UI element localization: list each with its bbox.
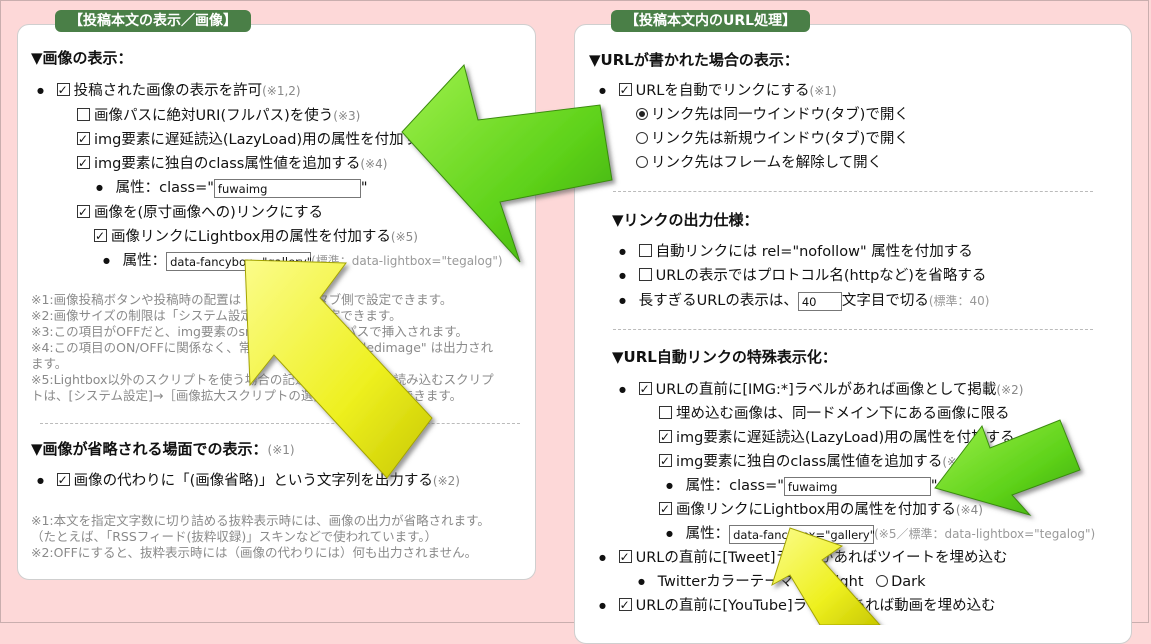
note-line: ※1:画像投稿ボタンや投稿時の配置は「投稿画面」タブ側で設定できます。: [31, 292, 453, 307]
nofollow-checkbox[interactable]: [638, 244, 652, 257]
youtube-option[interactable]: URLの直前に[YouTube]ラベルがあれば動画を埋め込む: [599, 594, 996, 619]
radio-same-window[interactable]: リンク先は同一ウインドウ(タブ)で開く: [636, 104, 909, 126]
section-divider: [613, 191, 1093, 192]
right-class-option[interactable]: img要素に独自のclass属性値を追加する(※3): [659, 450, 969, 473]
omit-protocol-option[interactable]: URLの表示ではプロトコル名(httpなど)を省略する: [619, 265, 986, 289]
show-image-option[interactable]: 投稿された画像の表示を許可(※1,2): [37, 79, 301, 104]
note-line: （たとえば、「RSSフィード(抜粋収録)」スキンなどで使われています。）: [31, 529, 438, 544]
left-panel-header: 【投稿本文の表示／画像】: [55, 10, 251, 32]
url-display-section-title: ▼URLが書かれた場合の表示：: [589, 51, 799, 69]
twitter-theme-row: Twitterカラーテーマ： Light Dark: [638, 571, 926, 595]
note-line: ※4:この項目のON/OFFに関係なく、常に class="embeddedim…: [31, 340, 494, 355]
youtube-checkbox[interactable]: [618, 594, 632, 616]
lazyload-option[interactable]: img要素に遅延読込(LazyLoad)用の属性を付加する: [77, 128, 433, 151]
note-line: ※3:この項目がOFFだと、img要素のsrc属性値には相対パスで挿入されます。: [31, 324, 468, 339]
right-lightbox-checkbox[interactable]: [659, 498, 672, 520]
image-display-panel: ▼画像の表示： 投稿された画像の表示を許可(※1,2) 画像パスに絶対URI(フ…: [17, 24, 536, 580]
abs-uri-checkbox[interactable]: [77, 108, 90, 121]
right-lightbox-option[interactable]: 画像リンクにLightbox用の属性を付加する(※4): [659, 498, 983, 521]
note-line: トは、[システム設定]→［画像拡大スクリプトの選択］の項で指定できます。: [31, 388, 463, 403]
show-image-checkbox[interactable]: [56, 79, 70, 101]
right-lazyload-checkbox[interactable]: [659, 426, 672, 448]
class-attribute-input[interactable]: fuwaimg: [213, 178, 361, 198]
class-attribute-row: 属性：class="fuwaimg": [96, 177, 368, 201]
right-panel-header: 【投稿本文内のURL処理】: [611, 10, 811, 32]
abs-uri-option[interactable]: 画像パスに絶対URI(フルパス)を使う(※3): [77, 105, 360, 127]
radio-break-frame[interactable]: リンク先はフレームを解除して開く: [636, 152, 882, 174]
nofollow-option[interactable]: 自動リンクには rel="nofollow" 属性を付加する: [619, 241, 973, 265]
special-link-section-title: ▼URL自動リンクの特殊表示化：: [612, 348, 837, 366]
img-label-option[interactable]: URLの直前に[IMG:*]ラベルがあれば画像として掲載(※2): [619, 378, 1023, 403]
section-divider: [613, 329, 1093, 330]
section-divider: [40, 423, 520, 424]
radio-same-window-button[interactable]: [636, 108, 648, 120]
omit-text-option[interactable]: 画像の代わりに「(画像省略)」という文字列を出力する(※2): [37, 469, 460, 494]
autolink-checkbox[interactable]: [618, 79, 632, 101]
tweet-checkbox[interactable]: [618, 546, 632, 568]
radio-break-frame-button[interactable]: [636, 156, 648, 168]
right-lazyload-option[interactable]: img要素に遅延読込(LazyLoad)用の属性を付加する: [659, 426, 1015, 449]
note-line: ※5:Lightbox以外のスクリプトを使う場合の記述にも使えます。読み込むスク…: [31, 372, 494, 387]
lightbox-checkbox[interactable]: [94, 225, 107, 247]
url-cut-option: 長すぎるURLの表示は、40文字目で切る(標準：40): [619, 290, 990, 314]
note-line: ※1:本文を指定文字数に切り詰める抜粋表示時には、画像の出力が省略されます。: [31, 513, 490, 528]
right-class-checkbox[interactable]: [659, 450, 672, 472]
link-output-section-title: ▼リンクの出力仕様：: [612, 211, 759, 229]
same-domain-option[interactable]: 埋め込む画像は、同一ドメイン下にある画像に限る: [659, 403, 1010, 425]
same-domain-checkbox[interactable]: [659, 406, 672, 419]
right-class-attribute-row: 属性：class="fuwaimg": [666, 475, 938, 499]
autolink-option[interactable]: URLを自動でリンクにする(※1): [599, 79, 837, 104]
img-label-checkbox[interactable]: [638, 378, 652, 400]
lightbox-option[interactable]: 画像リンクにLightbox用の属性を付加する(※5): [94, 225, 418, 248]
radio-new-window-button[interactable]: [636, 132, 648, 144]
tweet-option[interactable]: URLの直前に[Tweet]ラベルがあればツイートを埋め込む: [599, 546, 1008, 571]
lazyload-checkbox[interactable]: [77, 128, 90, 150]
image-link-option[interactable]: 画像を(原寸画像への)リンクにする: [77, 201, 323, 224]
omit-section-title: ▼画像が省略される場面での表示：(※1): [31, 440, 295, 458]
right-lightbox-attribute-input[interactable]: data-fancybox="gallery": [729, 524, 875, 544]
theme-light-radio[interactable]: Light: [812, 574, 864, 590]
right-class-attribute-input[interactable]: fuwaimg: [783, 476, 931, 496]
image-link-checkbox[interactable]: [77, 201, 90, 223]
note-line: ※2:画像サイズの制限は「システム設定」タブ側で設定できます。: [31, 308, 402, 323]
lightbox-attribute-row: 属性：data-fancybox="gallery"(標準：data-light…: [103, 250, 503, 274]
radio-new-window[interactable]: リンク先は新規ウインドウ(タブ)で開く: [636, 128, 909, 150]
url-processing-panel: ▼URLが書かれた場合の表示： URLを自動でリンクにする(※1) リンク先は同…: [574, 24, 1132, 644]
note-line: ※2:OFFにすると、抜粋表示時には（画像の代わりには）何も出力されません。: [31, 545, 478, 560]
omit-protocol-checkbox[interactable]: [638, 268, 652, 281]
url-cut-length-input[interactable]: 40: [797, 291, 842, 311]
theme-dark-radio[interactable]: Dark: [876, 574, 926, 590]
lightbox-attribute-input[interactable]: data-fancybox="gallery": [166, 251, 312, 271]
class-checkbox[interactable]: [77, 152, 90, 174]
right-lightbox-attribute-row: 属性：data-fancybox="gallery"(※5／標準：data-li…: [666, 523, 1095, 547]
omit-text-checkbox[interactable]: [56, 469, 70, 491]
note-line: ます。: [31, 356, 68, 371]
image-display-section-title: ▼画像の表示：: [31, 49, 133, 67]
class-option[interactable]: img要素に独自のclass属性値を追加する(※4): [77, 152, 387, 175]
